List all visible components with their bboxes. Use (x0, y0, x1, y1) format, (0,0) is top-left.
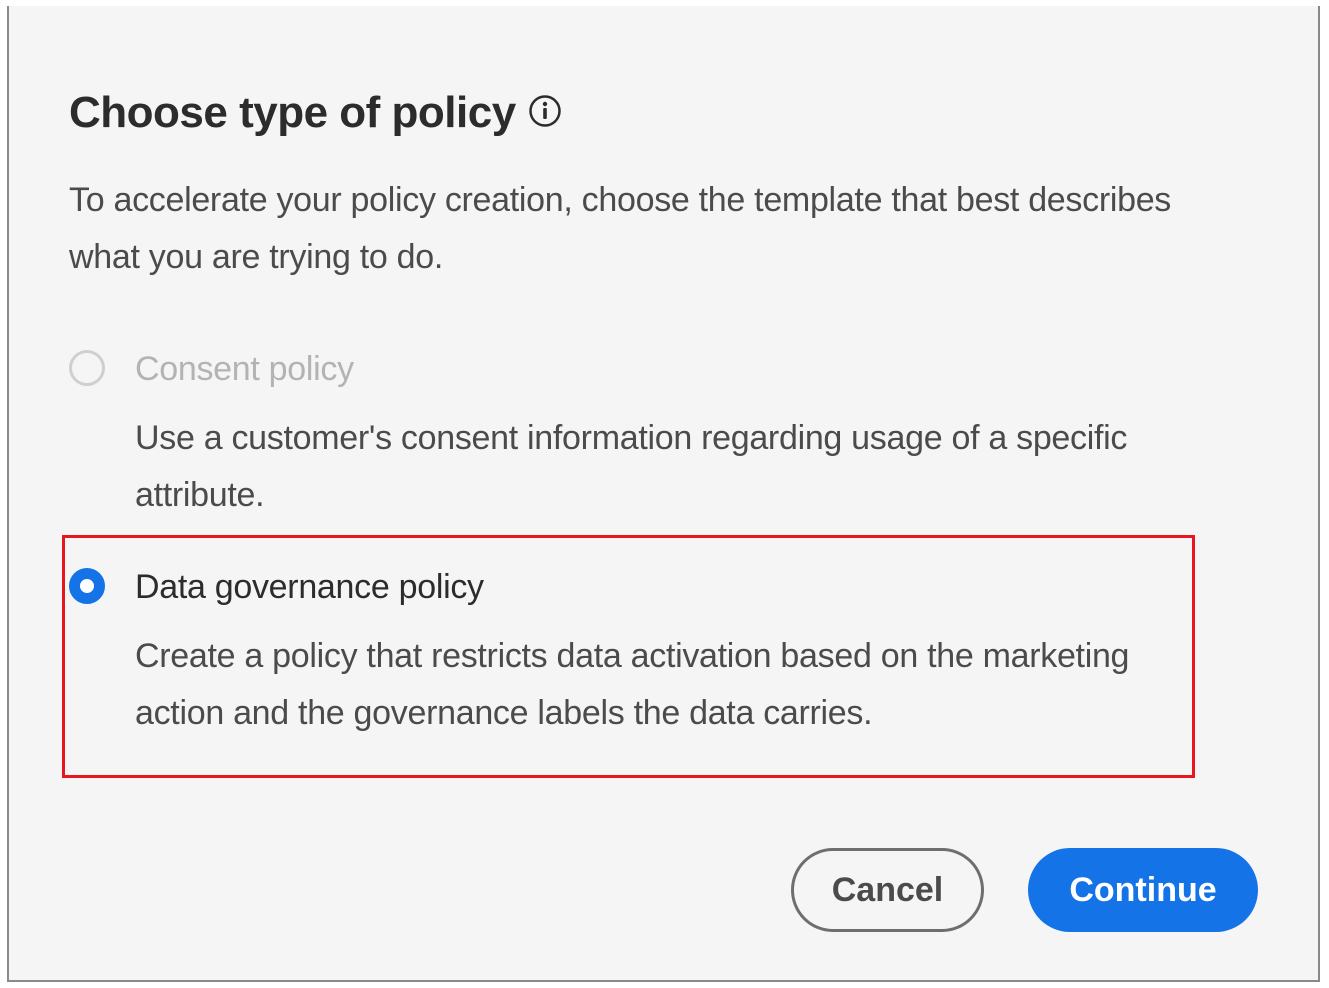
dialog-title: Choose type of policy (69, 88, 516, 137)
data-governance-policy-label[interactable]: Data governance policy (135, 562, 484, 612)
info-icon[interactable] (528, 94, 562, 128)
consent-policy-description: Use a customer's consent information reg… (135, 419, 1128, 514)
consent-policy-label: Consent policy (135, 350, 354, 388)
data-governance-policy-description: Create a policy that restricts data acti… (135, 637, 1130, 732)
dialog-header: Choose type of policy (69, 84, 562, 142)
continue-button[interactable]: Continue (1028, 848, 1258, 932)
consent-policy-radio[interactable] (69, 350, 105, 386)
policy-type-dialog: Choose type of policy To accelerate your… (7, 6, 1320, 982)
dialog-description: To accelerate your policy creation, choo… (69, 181, 1172, 276)
data-governance-policy-radio[interactable] (69, 568, 105, 604)
cancel-button[interactable]: Cancel (791, 848, 984, 932)
